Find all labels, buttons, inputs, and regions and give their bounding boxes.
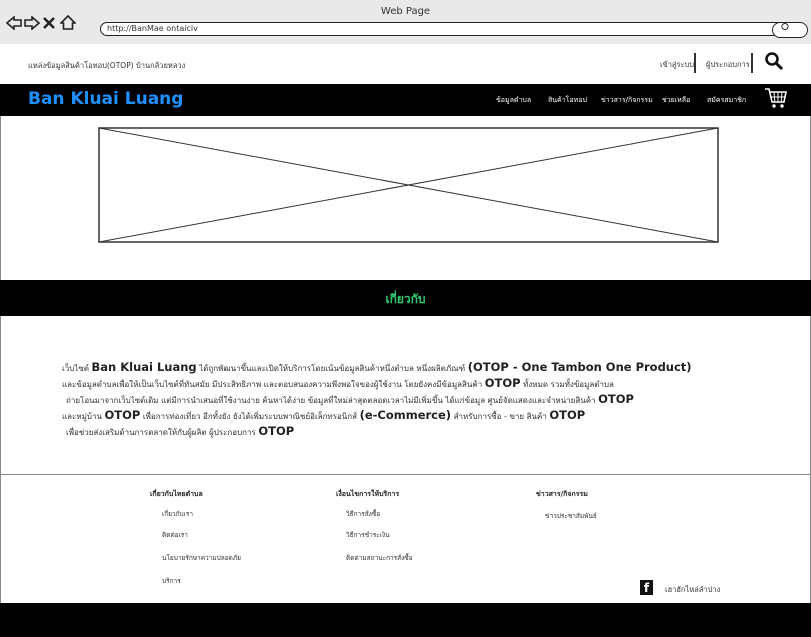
facebook-icon[interactable]: f [640,580,653,595]
text-run: OTOP [484,376,521,390]
about-line-5: เพื่อช่วยส่งเสริมด้านการตลาดให้กับผู้ผลิ… [62,424,782,440]
nav-item-news-activities[interactable]: ข่าวสาร/กิจกรรม [601,95,653,106]
separator [751,53,753,73]
facebook-page-link[interactable]: เฮาฮักไหล่ลำปาง [665,584,720,596]
footer-link-order-tracking[interactable]: ติดตามสถานะการสั่งซื้อ [346,553,413,563]
text-run: ได้ถูกพัฒนาขึ้นและเปิดให้บริการโดยเน้นข้… [199,364,466,373]
footer-col-terms-title: เงื่อนไขการให้บริการ [336,490,400,498]
top-bar: แหล่งข้อมูลสินค้าโอทอป(OTOP) บ้านกล้วยหล… [0,44,811,84]
footer-divider [0,474,811,475]
search-glyph-icon: ⭘ [781,22,789,33]
cart-icon[interactable] [764,87,788,109]
footer-col-news-title: ข่าวสาร/กิจกรรม [536,490,588,498]
about-description: เว็บไซต์ Ban Kluai Luang ได้ถูกพัฒนาขึ้น… [62,360,782,440]
address-bar[interactable]: http://BanMae ontaiciv [100,22,798,36]
browser-chrome: Web Page http://BanMae ontaiciv ⭘ [0,0,811,45]
forward-icon[interactable] [24,16,40,30]
main-header: Ban Kluai Luang ข้อมูลตำบล สินค้าโอทอป ข… [0,84,811,116]
search-icon[interactable] [764,51,784,71]
text-run: สำหรับการซื้อ - ขาย สินค้า [453,412,547,421]
about-line-3: ถ่ายโอนมาจากเว็บไซต์เดิม แต่มีการนำเสนอท… [62,392,782,408]
text-run: และข้อมูลตำบลเพื่อให้เป็นเว็บไซต์ที่ทันส… [62,380,483,389]
bottom-bar [0,603,811,637]
about-line-2: และข้อมูลตำบลเพื่อให้เป็นเว็บไซต์ที่ทันส… [62,376,782,392]
footer-link-about-us[interactable]: เกี่ยวกับเรา [162,509,193,519]
footer-col-about-title: เกี่ยวกับไทยตำบล [150,490,203,498]
text-run: Ban Kluai Luang [91,360,197,374]
text-run: OTOP [598,392,634,406]
operator-link[interactable]: ผู้ประกอบการ [706,59,750,71]
site-tagline: แหล่งข้อมูลสินค้าโอทอป(OTOP) บ้านกล้วยหล… [28,61,186,70]
text-run: (OTOP - One Tambon One Product) [467,360,692,374]
footer-link-services[interactable]: บริการ [162,576,181,586]
about-title: เกี่ยวกับ [385,292,426,306]
home-icon[interactable] [60,15,76,30]
footer-link-press-release[interactable]: ข่าวประชาสัมพันธ์ [545,511,597,521]
hero-image-placeholder [98,127,719,243]
footer-link-privacy[interactable]: นโยบายรักษาความปลอดภัย [162,553,241,563]
about-line-4: และหมู่บ้าน OTOP เพื่อการท่องเที่ยว อีกท… [62,408,782,424]
text-run: OTOP [104,408,141,422]
about-section-header: เกี่ยวกับ [0,280,811,316]
browser-search-box[interactable]: ⭘ [772,22,808,38]
separator [694,53,696,73]
footer-link-payment[interactable]: วิธีการชำระเงิน [346,530,390,540]
text-run: OTOP [549,408,586,422]
text-run: (e-Commerce) [359,408,452,422]
nav-item-otop-products[interactable]: สินค้าโอทอป [548,95,587,106]
text-run: ถ่ายโอนมาจากเว็บไซต์เดิม แต่มีการนำเสนอท… [66,396,596,405]
footer-link-contact[interactable]: ติดต่อเรา [162,530,188,540]
back-icon[interactable] [6,16,22,30]
nav-item-help[interactable]: ช่วยเหลือ [662,95,690,106]
close-icon[interactable] [43,17,55,29]
nav-item-subdistrict-info[interactable]: ข้อมูลตำบล [496,95,531,106]
text-run: เว็บไซต์ [62,364,89,373]
window-title: Web Page [380,6,431,17]
text-run: และหมู่บ้าน [62,412,102,421]
login-link[interactable]: เข้าสู่ระบบ [660,59,694,71]
text-run: OTOP [258,424,295,438]
site-logo[interactable]: Ban Kluai Luang [28,89,183,109]
text-run: ทั้งหมด รวมทั้งข้อมูลตำบล [523,380,614,389]
about-line-1: เว็บไซต์ Ban Kluai Luang ได้ถูกพัฒนาขึ้น… [62,360,782,376]
footer-link-how-to-order[interactable]: วิธีการสั่งซื้อ [346,509,380,519]
nav-item-register[interactable]: สมัครสมาชิก [707,95,746,106]
text-run: เพื่อช่วยส่งเสริมด้านการตลาดให้กับผู้ผลิ… [66,428,256,437]
text-run: เพื่อการท่องเที่ยว อีกทั้งยัง ยังได้เพิ่… [142,412,358,421]
